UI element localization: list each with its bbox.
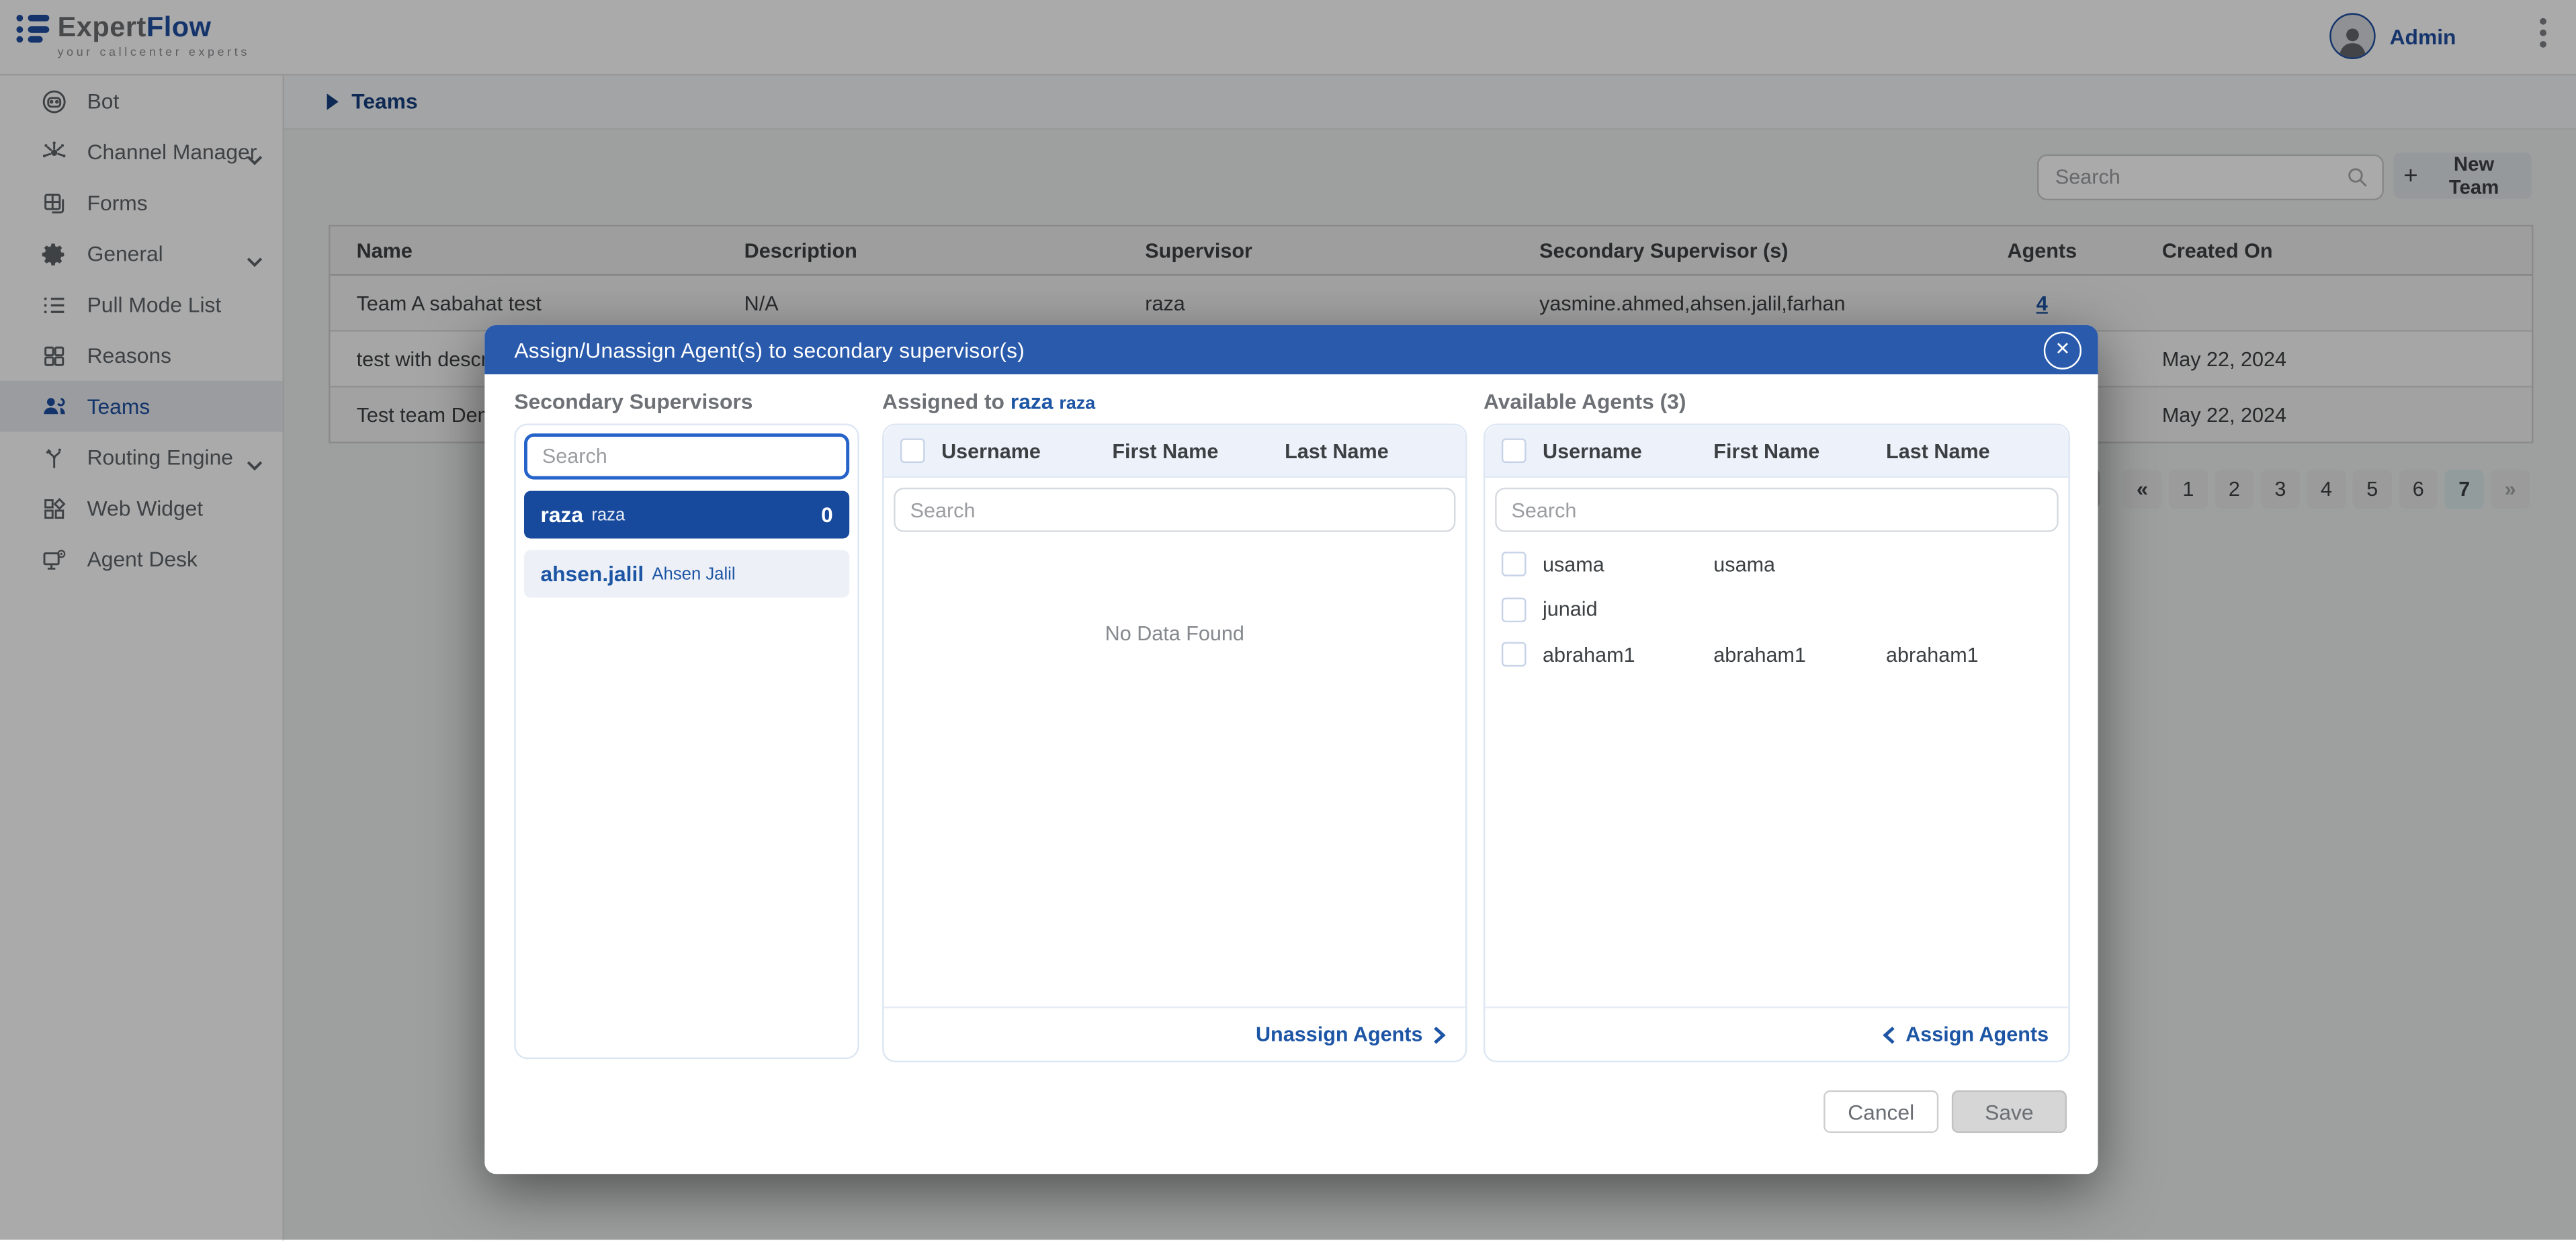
assigned-to-heading: Assigned to raza raza <box>882 389 1095 414</box>
assigned-search-input[interactable] <box>894 488 1455 532</box>
row-checkbox[interactable] <box>1502 597 1527 622</box>
row-checkbox[interactable] <box>1502 552 1527 577</box>
assigned-supervisor-name: raza <box>1059 394 1095 413</box>
supervisor-item-ahsen-jalil[interactable]: ahsen.jalil Ahsen Jalil <box>524 550 849 598</box>
close-icon[interactable]: ✕ <box>2044 332 2081 370</box>
available-search-input[interactable] <box>1495 488 2059 532</box>
assign-agents-modal: Assign/Unassign Agent(s) to secondary su… <box>484 325 2098 1174</box>
available-panel-footer: Assign Agents <box>1485 1007 2068 1061</box>
select-all-checkbox[interactable] <box>900 438 925 463</box>
available-agents-panel: Username First Name Last Name usama usam… <box>1484 423 2070 1062</box>
assign-agents-button[interactable]: Assign Agents <box>1883 1023 2049 1045</box>
app-root: ExpertFlow your callcenter experts Admin… <box>0 0 2576 1240</box>
chevron-left-icon <box>1883 1025 1896 1043</box>
chevron-right-icon <box>1432 1025 1446 1043</box>
agent-row-abraham1[interactable]: abraham1 abraham1 abraham1 <box>1485 632 2068 677</box>
agent-row-usama[interactable]: usama usama <box>1485 542 2068 587</box>
secondary-supervisors-heading: Secondary Supervisors <box>514 389 753 414</box>
available-table-header: Username First Name Last Name <box>1485 425 2068 478</box>
modal-title: Assign/Unassign Agent(s) to secondary su… <box>514 337 1025 362</box>
modal-header: Assign/Unassign Agent(s) to secondary su… <box>484 325 2098 374</box>
assigned-supervisor-username: raza <box>1011 389 1054 414</box>
no-data-found-text: No Data Found <box>884 622 1465 645</box>
row-checkbox[interactable] <box>1502 642 1527 667</box>
unassign-agents-button[interactable]: Unassign Agents <box>1256 1023 1446 1045</box>
assigned-agents-panel: Username First Name Last Name No Data Fo… <box>882 423 1467 1062</box>
cancel-button[interactable]: Cancel <box>1823 1090 1938 1133</box>
assigned-count-badge: 0 <box>821 503 833 527</box>
agent-row-junaid[interactable]: junaid <box>1485 587 2068 632</box>
assigned-panel-footer: Unassign Agents <box>884 1007 1465 1061</box>
supervisor-item-raza[interactable]: raza raza 0 <box>524 491 849 539</box>
secondary-supervisors-panel: raza raza 0 ahsen.jalil Ahsen Jalil <box>514 423 859 1059</box>
select-all-checkbox[interactable] <box>1502 438 1527 463</box>
available-agents-heading: Available Agents (3) <box>1484 389 1686 414</box>
supervisors-search-input[interactable] <box>524 433 849 479</box>
assigned-table-header: Username First Name Last Name <box>884 425 1465 478</box>
save-button[interactable]: Save <box>1952 1090 2067 1133</box>
modal-footer: Cancel Save <box>1823 1090 2067 1133</box>
